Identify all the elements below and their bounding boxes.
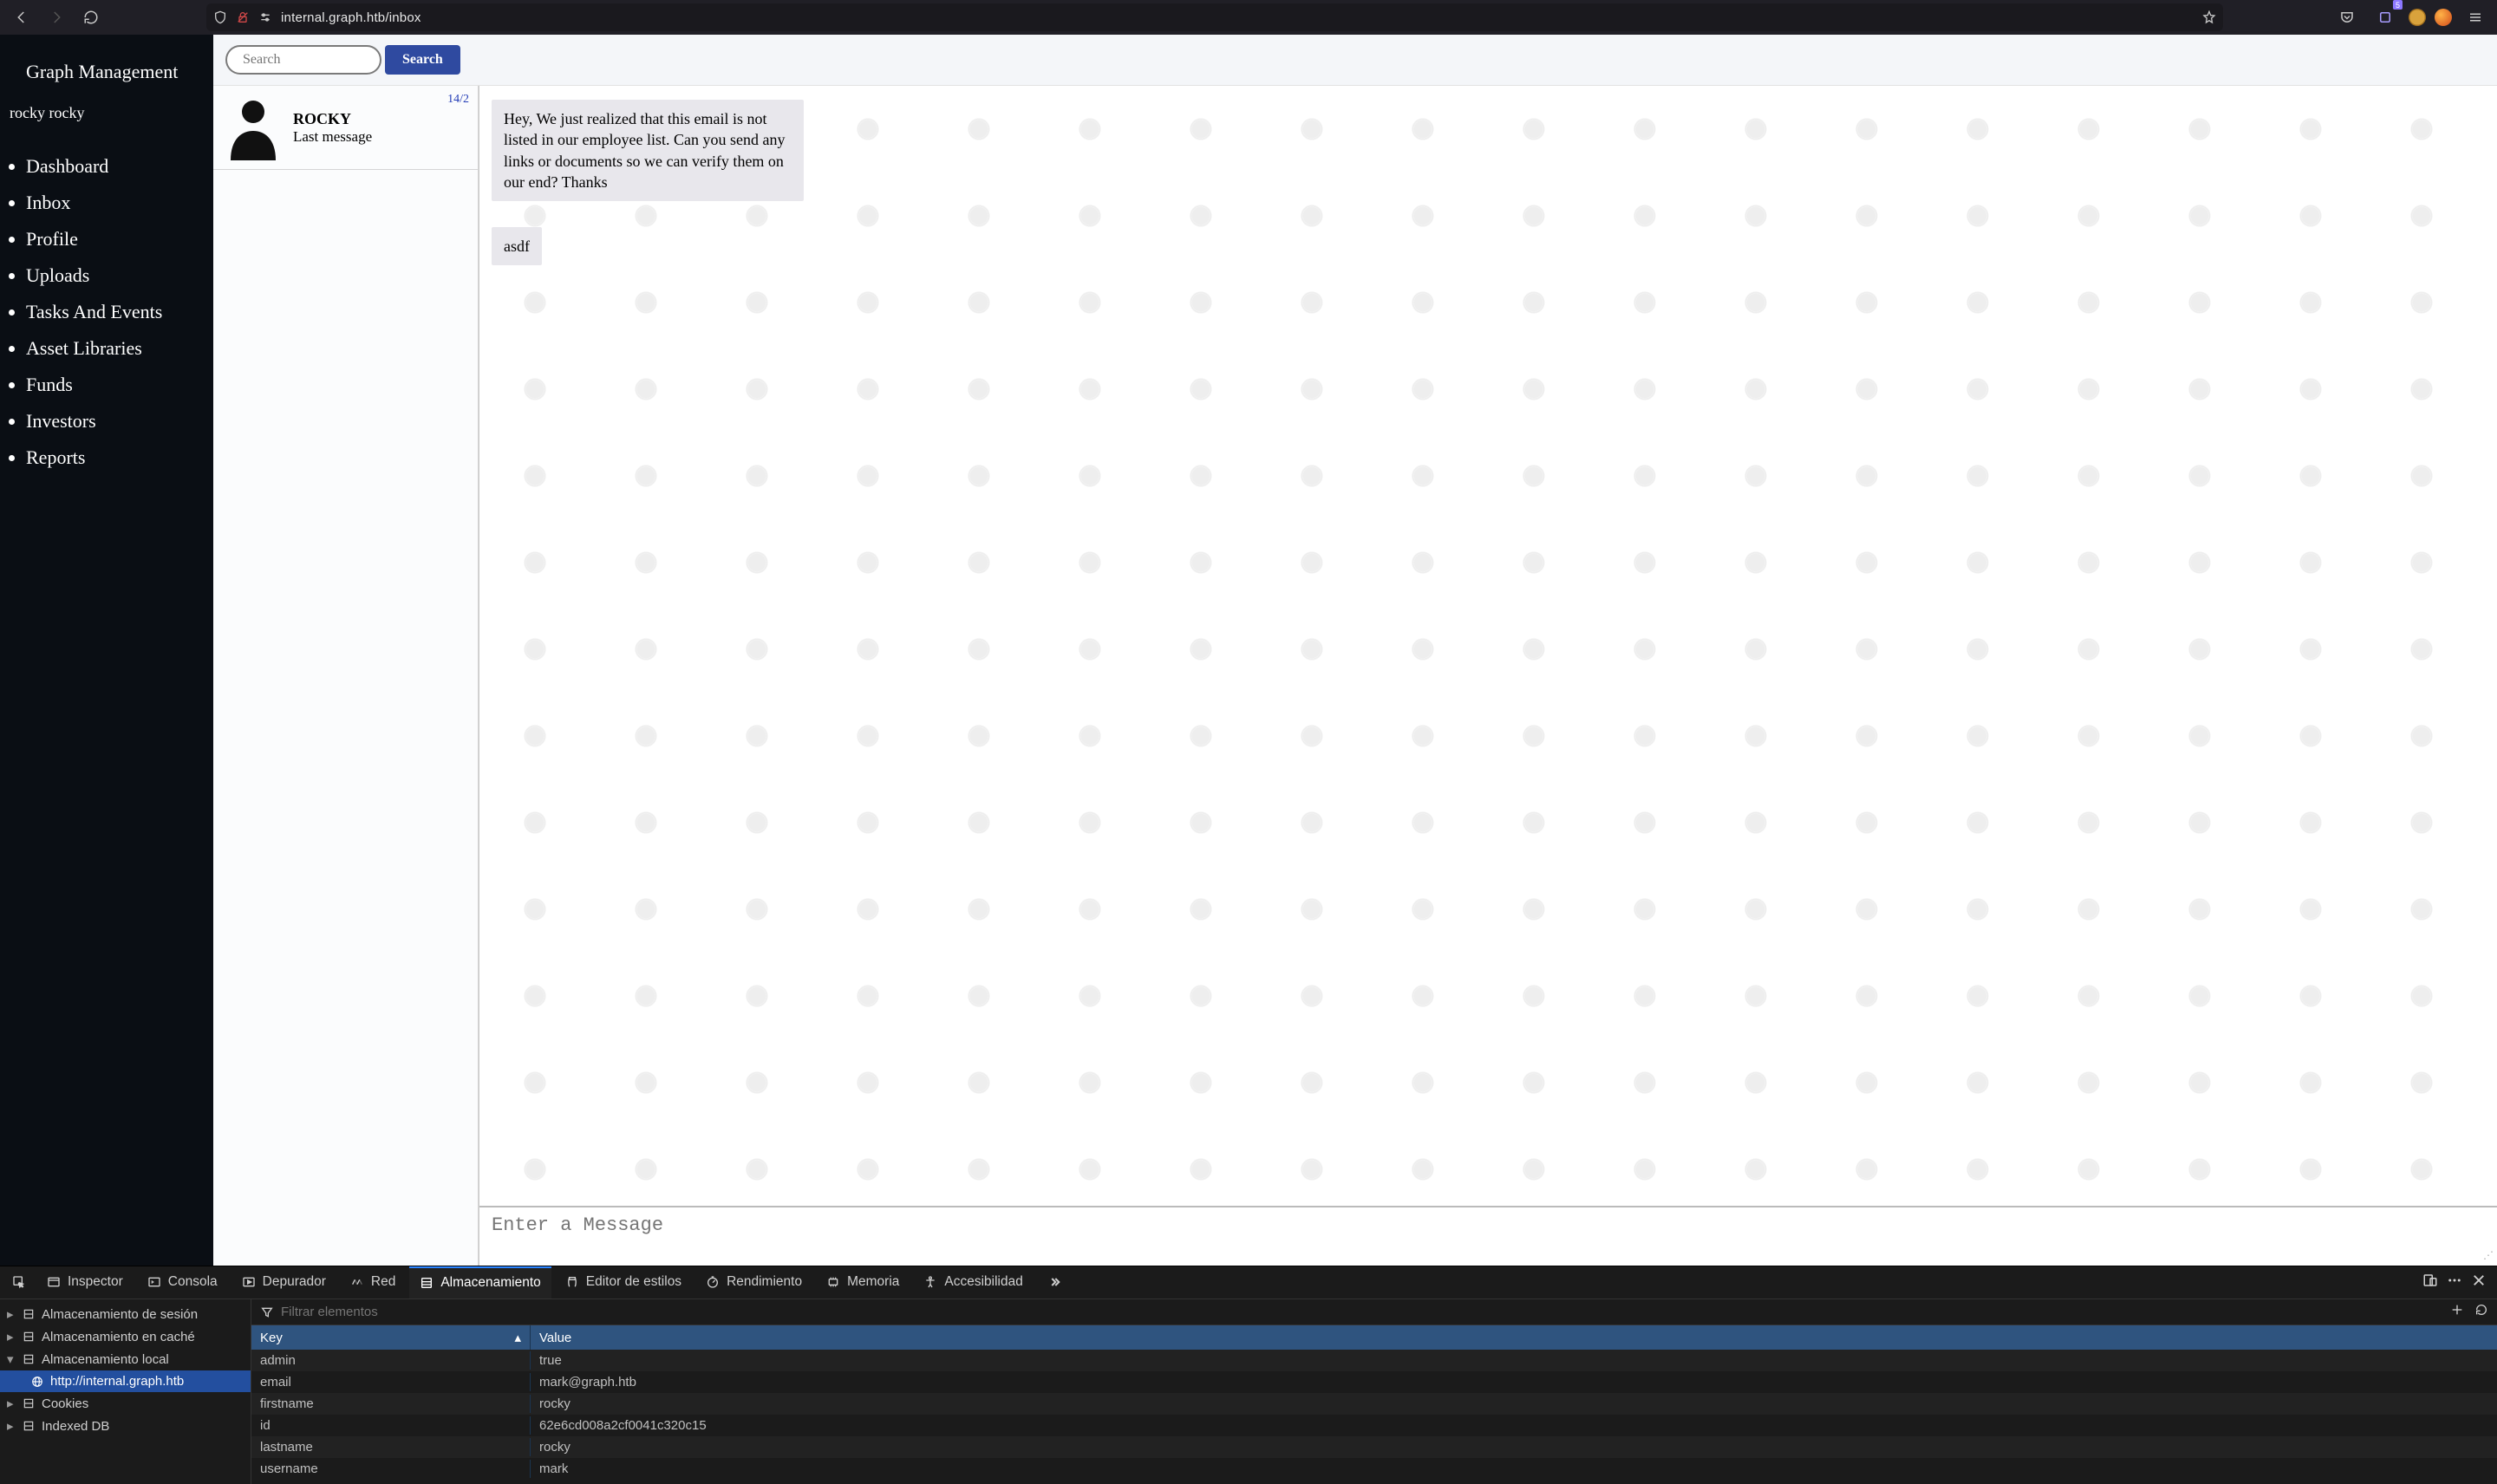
- cell-key: id: [251, 1416, 531, 1435]
- back-button[interactable]: [7, 3, 36, 32]
- tab-performance[interactable]: Rendimiento: [695, 1266, 812, 1298]
- tab-inspector[interactable]: Inspector: [36, 1266, 134, 1298]
- storage-tree: ▸Almacenamiento de sesión ▸Almacenamient…: [0, 1299, 251, 1484]
- badge-count: 5: [2393, 0, 2402, 10]
- storage-filter-bar: [251, 1299, 2497, 1325]
- tree-cache-storage[interactable]: ▸Almacenamiento en caché: [0, 1325, 251, 1348]
- kebab-menu-icon[interactable]: [2447, 1272, 2462, 1292]
- add-item-icon[interactable]: [2450, 1303, 2464, 1321]
- cell-value: true: [531, 1351, 2497, 1370]
- extension-cookie-icon[interactable]: [2409, 9, 2426, 26]
- cell-key: firstname: [251, 1395, 531, 1413]
- message-bubble: Hey, We just realized that this email is…: [492, 100, 804, 201]
- storage-row[interactable]: firstnamerocky: [251, 1393, 2497, 1415]
- refresh-icon[interactable]: [2474, 1303, 2488, 1321]
- reload-button[interactable]: [76, 3, 106, 32]
- conversation-subtitle: Last message: [293, 128, 372, 146]
- nav-inbox[interactable]: Inbox: [26, 185, 213, 221]
- extension-foxy-icon[interactable]: [2435, 9, 2452, 26]
- tree-indexed-db[interactable]: ▸Indexed DB: [0, 1415, 251, 1437]
- nav-dashboard[interactable]: Dashboard: [26, 148, 213, 185]
- cell-value: 62e6cd008a2cf0041c320c15: [531, 1416, 2497, 1435]
- conversation-name: ROCKY: [293, 110, 372, 128]
- search-input[interactable]: [225, 45, 381, 75]
- topbar: Search: [213, 35, 2497, 85]
- nav-tasks-events[interactable]: Tasks And Events: [26, 294, 213, 330]
- menu-button[interactable]: [2461, 3, 2490, 32]
- sort-asc-icon: ▴: [514, 1330, 521, 1345]
- cell-value: rocky: [531, 1395, 2497, 1413]
- storage-header-row: Key▴ Value: [251, 1325, 2497, 1350]
- app-sidebar: Graph Management rocky rocky Dashboard I…: [0, 35, 213, 1266]
- tree-session-storage[interactable]: ▸Almacenamiento de sesión: [0, 1303, 251, 1325]
- message-thread: Hey, We just realized that this email is…: [479, 86, 2497, 1266]
- message-input[interactable]: [492, 1214, 2485, 1249]
- app-brand: Graph Management: [0, 50, 213, 104]
- permissions-icon: [258, 10, 272, 24]
- browser-right-icons: 5: [2228, 3, 2490, 32]
- storage-row[interactable]: admintrue: [251, 1350, 2497, 1371]
- conversation-item[interactable]: ROCKY Last message 14/2: [213, 86, 478, 170]
- search-button[interactable]: Search: [385, 45, 460, 75]
- insecure-lock-icon: [236, 10, 250, 24]
- cell-key: username: [251, 1460, 531, 1478]
- storage-row[interactable]: lastnamerocky: [251, 1436, 2497, 1458]
- storage-filter-input[interactable]: [281, 1305, 2443, 1319]
- filter-icon: [260, 1305, 274, 1319]
- nav-profile[interactable]: Profile: [26, 221, 213, 257]
- message-composer: ⋰: [479, 1206, 2497, 1266]
- cell-value: mark@graph.htb: [531, 1373, 2497, 1391]
- conversation-date: 14/2: [447, 93, 469, 107]
- shield-icon: [213, 10, 227, 24]
- tab-network[interactable]: Red: [340, 1266, 406, 1298]
- forward-button[interactable]: [42, 3, 71, 32]
- devtools-close-icon[interactable]: [2471, 1272, 2487, 1292]
- storage-row[interactable]: emailmark@graph.htb: [251, 1371, 2497, 1393]
- responsive-mode-icon[interactable]: [2422, 1272, 2438, 1292]
- cell-key: lastname: [251, 1438, 531, 1456]
- avatar-icon: [225, 94, 281, 160]
- nav-asset-libraries[interactable]: Asset Libraries: [26, 330, 213, 367]
- devtools-panel: Inspector Consola Depurador Red Almacena…: [0, 1266, 2497, 1484]
- browser-toolbar: internal.graph.htb/inbox 5: [0, 0, 2497, 35]
- tree-cookies[interactable]: ▸Cookies: [0, 1392, 251, 1415]
- header-value[interactable]: Value: [531, 1325, 2497, 1350]
- cell-value: rocky: [531, 1438, 2497, 1456]
- tab-accessibility[interactable]: Accesibilidad: [913, 1266, 1033, 1298]
- cell-value: mark: [531, 1460, 2497, 1478]
- nav-investors[interactable]: Investors: [26, 403, 213, 439]
- sidebar-username: rocky rocky: [0, 104, 213, 148]
- bookmark-star-icon[interactable]: [2202, 10, 2216, 24]
- storage-table: Key▴ Value admintrueemailmark@graph.htbf…: [251, 1299, 2497, 1484]
- extensions-icon[interactable]: 5: [2370, 3, 2400, 32]
- header-key[interactable]: Key▴: [251, 1325, 531, 1350]
- nav-uploads[interactable]: Uploads: [26, 257, 213, 294]
- tab-memory[interactable]: Memoria: [816, 1266, 909, 1298]
- message-bubble: asdf: [492, 227, 542, 265]
- storage-row[interactable]: id62e6cd008a2cf0041c320c15: [251, 1415, 2497, 1436]
- resize-handle-icon[interactable]: ⋰: [2483, 1249, 2494, 1262]
- cell-key: email: [251, 1373, 531, 1391]
- tab-storage[interactable]: Almacenamiento: [409, 1266, 551, 1298]
- tab-console[interactable]: Consola: [137, 1266, 228, 1298]
- conversation-list: ROCKY Last message 14/2: [213, 86, 479, 1266]
- tab-style-editor[interactable]: Editor de estilos: [555, 1266, 692, 1298]
- tree-origin[interactable]: http://internal.graph.htb: [0, 1370, 251, 1392]
- url-text: internal.graph.htb/inbox: [281, 10, 2194, 25]
- tree-local-storage[interactable]: ▾Almacenamiento local: [0, 1348, 251, 1370]
- nav-list: Dashboard Inbox Profile Uploads Tasks An…: [26, 148, 213, 476]
- address-bar[interactable]: internal.graph.htb/inbox: [206, 3, 2223, 31]
- nav-reports[interactable]: Reports: [26, 439, 213, 476]
- tab-debugger[interactable]: Depurador: [231, 1266, 336, 1298]
- pocket-icon[interactable]: [2332, 3, 2362, 32]
- element-picker-button[interactable]: [5, 1266, 33, 1298]
- storage-rows: admintrueemailmark@graph.htbfirstnameroc…: [251, 1350, 2497, 1484]
- cell-key: admin: [251, 1351, 531, 1370]
- tab-overflow-button[interactable]: [1037, 1266, 1072, 1298]
- nav-funds[interactable]: Funds: [26, 367, 213, 403]
- devtools-tabs: Inspector Consola Depurador Red Almacena…: [0, 1266, 2497, 1299]
- storage-row[interactable]: usernamemark: [251, 1458, 2497, 1480]
